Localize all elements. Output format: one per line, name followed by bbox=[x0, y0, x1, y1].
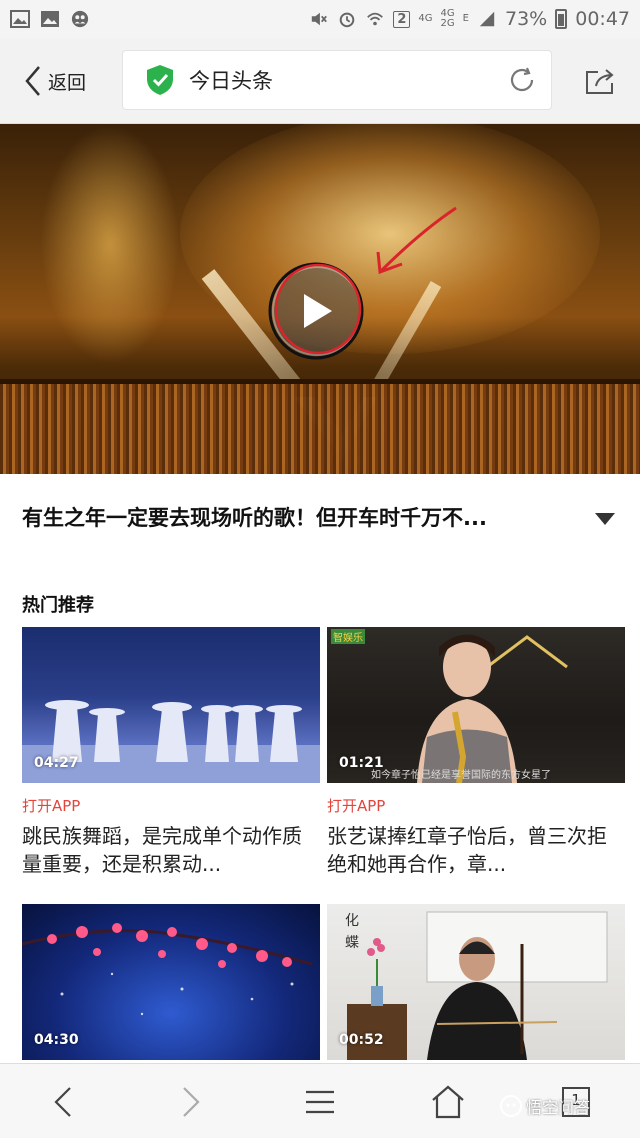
image-icon bbox=[10, 10, 30, 28]
status-bar: 2 4G 4G 2G E 73% 00:47 bbox=[0, 0, 640, 38]
battery-percent: 73% bbox=[505, 8, 548, 30]
crowd bbox=[0, 384, 640, 474]
section-title: 热门推荐 bbox=[22, 595, 94, 616]
video-duration: 04:27 bbox=[34, 755, 79, 771]
back-button[interactable]: 返回 bbox=[24, 65, 86, 97]
open-app-link[interactable]: 打开APP bbox=[327, 795, 625, 816]
video-duration: 01:21 bbox=[339, 755, 384, 771]
page-title: 今日头条 bbox=[189, 69, 273, 93]
thumb-caption: 如今章子怡已经是享誉国际的东方女星了 bbox=[371, 770, 551, 781]
home-icon[interactable] bbox=[430, 1084, 466, 1120]
open-app-link[interactable]: 打开APP bbox=[22, 795, 320, 816]
red-circle-annotation bbox=[268, 262, 364, 360]
stage-light-glow-left bbox=[40, 124, 180, 364]
social-icon bbox=[71, 10, 89, 28]
video-thumbnail: 化 蝶 00:52 bbox=[327, 904, 625, 1060]
expand-arrow-icon[interactable] bbox=[594, 512, 616, 526]
video-title[interactable]: 张艺谋捧红章子怡后，曾三次拒绝和她再合作，章... bbox=[327, 822, 625, 878]
network-4g: 4G bbox=[418, 13, 433, 24]
watermark-text: 悟空问答 bbox=[526, 1098, 591, 1117]
back-label: 返回 bbox=[48, 71, 87, 94]
top-nav: 返回 今日头条 bbox=[0, 38, 640, 124]
hero-video[interactable] bbox=[0, 124, 640, 474]
back-arrow-icon bbox=[25, 66, 40, 96]
watermark: 悟空问答 bbox=[500, 1094, 590, 1118]
forward-icon[interactable] bbox=[172, 1084, 208, 1120]
video-card-1[interactable]: 04:27 打开APP 跳民族舞蹈，是完成单个动作质量重要，还是积累动... bbox=[22, 627, 320, 878]
back-icon[interactable] bbox=[46, 1084, 82, 1120]
video-thumbnail: 04:27 bbox=[22, 627, 320, 783]
play-button[interactable] bbox=[268, 262, 364, 360]
video-thumbnail: 04:30 bbox=[22, 904, 320, 1060]
menu-icon[interactable] bbox=[302, 1084, 338, 1120]
video-thumbnail: 智娱乐 如今章子怡已经是享誉国际的东方女星了 01:21 bbox=[327, 627, 625, 783]
alarm-icon bbox=[340, 12, 355, 28]
battery-icon bbox=[555, 9, 568, 29]
video-card-2[interactable]: 智娱乐 如今章子怡已经是享誉国际的东方女星了 01:21 打开APP 张艺谋捧红… bbox=[327, 627, 625, 878]
clock: 00:47 bbox=[575, 8, 630, 30]
thumb-logo: 智娱乐 bbox=[331, 629, 365, 644]
refresh-icon[interactable] bbox=[507, 65, 537, 95]
address-bar[interactable]: 今日头条 bbox=[122, 50, 552, 110]
shield-icon bbox=[147, 65, 173, 95]
mute-icon bbox=[312, 12, 328, 26]
red-arrow-annotation bbox=[376, 206, 457, 275]
video-title[interactable]: 跳民族舞蹈，是完成单个动作质量重要，还是积累动... bbox=[22, 822, 320, 878]
thumb-text: 化 蝶 bbox=[345, 913, 359, 951]
wukong-logo-icon bbox=[500, 1095, 522, 1117]
video-duration: 00:52 bbox=[339, 1032, 384, 1048]
article-title: 有生之年一定要去现场听的歌！但开车时千万不... bbox=[22, 506, 487, 530]
wifi-icon bbox=[367, 12, 384, 26]
video-duration: 04:30 bbox=[34, 1032, 79, 1048]
signal-icon bbox=[479, 11, 495, 27]
network-4g-2g: 4G 2G bbox=[440, 8, 455, 29]
gallery-icon bbox=[41, 11, 59, 27]
network-e: E bbox=[462, 13, 469, 24]
video-card-4[interactable]: 化 蝶 00:52 bbox=[327, 904, 625, 1060]
share-icon[interactable] bbox=[584, 66, 616, 96]
video-card-3[interactable]: 04:30 bbox=[22, 904, 320, 1060]
sim-badge: 2 bbox=[393, 10, 411, 28]
